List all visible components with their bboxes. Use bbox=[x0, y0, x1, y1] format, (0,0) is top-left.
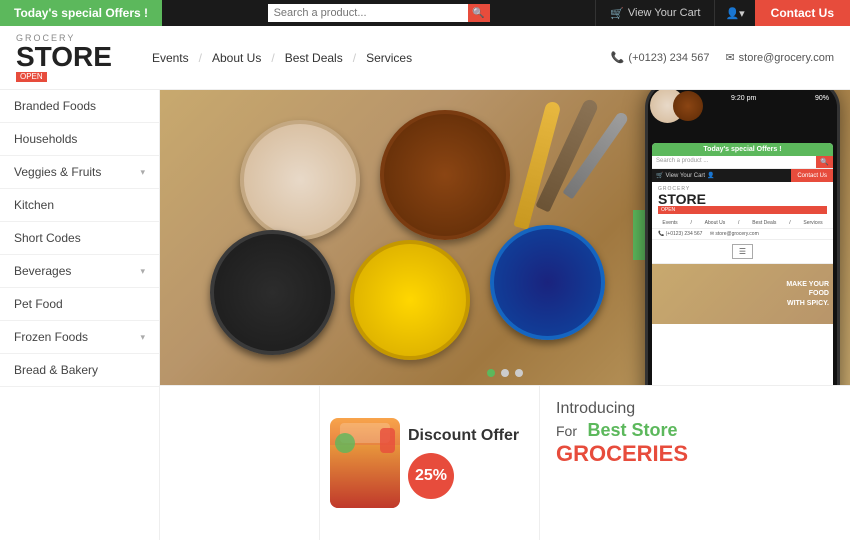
intro-card: Introducing For Best Store GROCERIES bbox=[540, 386, 850, 540]
cart-button[interactable]: 🛒 View Your Cart bbox=[595, 0, 715, 26]
promo-text: Discount Offer 25% bbox=[408, 427, 529, 499]
bowl-5 bbox=[490, 225, 605, 340]
intro-introducing-text: Introducing bbox=[556, 400, 834, 418]
phone-mockup: IDEA 9:20 pm 90% Today's special Offers … bbox=[645, 90, 840, 385]
sidebar-item-branded-foods[interactable]: Branded Foods bbox=[0, 90, 159, 123]
bowl-4 bbox=[350, 240, 470, 360]
bowl-3 bbox=[210, 230, 335, 355]
phone-btn-row: 🛒 View Your Cart 👤 Contact Us bbox=[652, 169, 833, 182]
phone-screen: Today's special Offers ! Search a produc… bbox=[652, 143, 833, 385]
user-button[interactable]: 👤▾ bbox=[715, 0, 754, 26]
header: GROCERY STORE OPEN Events / About Us / B… bbox=[0, 26, 850, 90]
bowl-1 bbox=[240, 120, 360, 240]
promo-title: Discount Offer bbox=[408, 427, 529, 445]
search-input[interactable] bbox=[268, 4, 468, 22]
chevron-down-icon: ▾ bbox=[140, 266, 145, 277]
user-icon: 👤▾ bbox=[725, 7, 744, 20]
contact-button[interactable]: Contact Us bbox=[755, 0, 850, 26]
phone-contact-button[interactable]: Contact Us bbox=[791, 169, 833, 182]
sidebar-item-short-codes[interactable]: Short Codes bbox=[0, 222, 159, 255]
phone-contact-info: 📞 (+0123) 234 567 ✉ store@grocery.com bbox=[652, 229, 833, 240]
logo: GROCERY STORE OPEN bbox=[16, 34, 112, 82]
slider-dot-1[interactable] bbox=[487, 369, 495, 377]
discount-badge: 25% bbox=[408, 453, 454, 499]
intro-groceries-text: GROCERIES bbox=[556, 441, 834, 467]
sidebar-item-beverages[interactable]: Beverages ▾ bbox=[0, 255, 159, 288]
sidebar-spacer bbox=[160, 386, 320, 540]
sidebar-item-veggies[interactable]: Veggies & Fruits ▾ bbox=[0, 156, 159, 189]
phone-battery: 90% bbox=[815, 95, 829, 102]
main-nav: Events / About Us / Best Deals / Service… bbox=[142, 51, 611, 65]
phone-offers-bar: Today's special Offers ! bbox=[652, 143, 833, 156]
email-icon: ✉ bbox=[725, 51, 734, 64]
logo-store-text: STORE bbox=[16, 43, 112, 71]
phone-icon: 📞 bbox=[611, 51, 625, 64]
phone-nav: Events / About Us / Best Deals / Service… bbox=[652, 218, 833, 229]
nav-best-deals[interactable]: Best Deals bbox=[275, 51, 353, 65]
header-email: ✉ store@grocery.com bbox=[725, 51, 834, 64]
nav-services[interactable]: Services bbox=[356, 51, 422, 65]
top-bar: Today's special Offers ! 🔍 🛒 View Your C… bbox=[0, 0, 850, 26]
sidebar-item-frozen-foods[interactable]: Frozen Foods ▾ bbox=[0, 321, 159, 354]
header-contact-info: 📞 (+0123) 234 567 ✉ store@grocery.com bbox=[611, 51, 834, 64]
bowl-2 bbox=[380, 110, 510, 240]
sidebar: Branded Foods Households Veggies & Fruit… bbox=[0, 90, 160, 540]
search-button[interactable]: 🔍 bbox=[468, 4, 490, 22]
logo-open-badge: OPEN bbox=[16, 72, 47, 82]
bottom-section: Discount Offer 25% Introducing For Best … bbox=[160, 385, 850, 540]
promo-card: Discount Offer 25% bbox=[320, 386, 540, 540]
phone-search-placeholder: Search a product ... bbox=[652, 156, 816, 168]
sidebar-item-households[interactable]: Households bbox=[0, 123, 159, 156]
phone-time: 9:20 pm bbox=[731, 95, 756, 102]
slider-dot-3[interactable] bbox=[515, 369, 523, 377]
header-phone: 📞 (+0123) 234 567 bbox=[611, 51, 710, 64]
nav-about[interactable]: About Us bbox=[202, 51, 271, 65]
nav-events[interactable]: Events bbox=[142, 51, 199, 65]
promo-bag-image bbox=[330, 418, 400, 508]
phone-hero-text: MAKE YOUR FOOD WITH SPICY. bbox=[786, 280, 829, 307]
content-area: IDEA 9:20 pm 90% Today's special Offers … bbox=[160, 90, 850, 540]
top-search-container: 🔍 bbox=[162, 4, 595, 22]
hero-slider: IDEA 9:20 pm 90% Today's special Offers … bbox=[160, 90, 850, 385]
cart-icon: 🛒 bbox=[610, 7, 624, 20]
chevron-down-icon: ▾ bbox=[140, 167, 145, 178]
phone-search-button[interactable]: 🔍 bbox=[816, 156, 833, 168]
intro-best-store: Best Store bbox=[587, 420, 677, 440]
phone-logo: GROCERY STORE OPEN bbox=[652, 182, 833, 218]
sidebar-item-bread-bakery[interactable]: Bread & Bakery bbox=[0, 354, 159, 387]
slider-dots bbox=[487, 369, 523, 377]
phone-hero-image: MAKE YOUR FOOD WITH SPICY. bbox=[652, 264, 833, 324]
sidebar-item-pet-food[interactable]: Pet Food bbox=[0, 288, 159, 321]
phone-hamburger-menu[interactable]: ☰ bbox=[652, 240, 833, 264]
intro-for-row: For Best Store bbox=[556, 420, 834, 441]
offers-banner: Today's special Offers ! bbox=[0, 0, 162, 26]
phone-cart-button[interactable]: 🛒 View Your Cart 👤 bbox=[652, 169, 791, 182]
sidebar-item-kitchen[interactable]: Kitchen bbox=[0, 189, 159, 222]
slider-dot-2[interactable] bbox=[501, 369, 509, 377]
phone-search-row: Search a product ... 🔍 bbox=[652, 156, 833, 169]
main-layout: Branded Foods Households Veggies & Fruit… bbox=[0, 90, 850, 540]
chevron-down-icon: ▾ bbox=[140, 332, 145, 343]
